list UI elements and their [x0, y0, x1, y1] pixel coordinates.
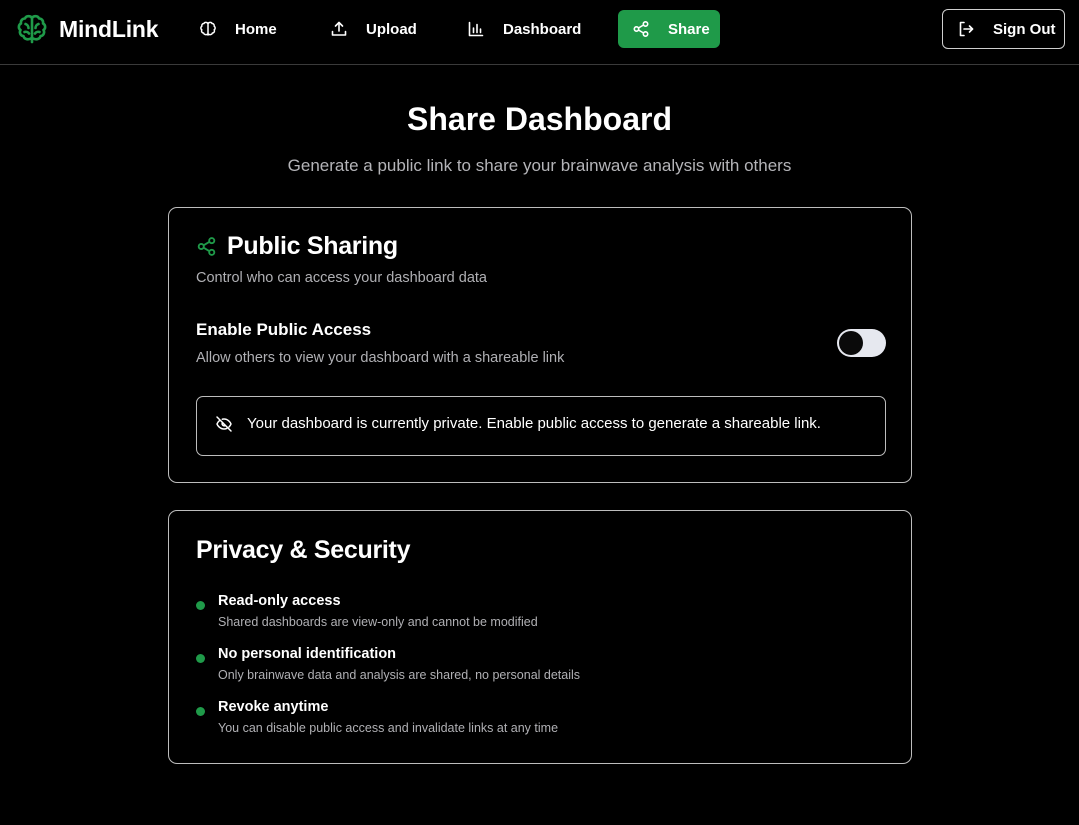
- nav-share-label: Share: [668, 20, 710, 38]
- nav-share[interactable]: Share: [618, 10, 720, 48]
- upload-icon: [331, 21, 347, 36]
- bullet-dot: [196, 707, 205, 716]
- sign-out-label: Sign Out: [993, 20, 1056, 38]
- top-navbar: MindLink Home Upload Dashboard Share Sig…: [0, 0, 1079, 65]
- feature-title: Revoke anytime: [218, 699, 329, 715]
- private-notice-text: Your dashboard is currently private. Ena…: [247, 414, 821, 432]
- logout-icon: [959, 21, 974, 37]
- feature-title: Read-only access: [218, 593, 341, 609]
- public-sharing-title: Public Sharing: [227, 232, 398, 260]
- brand-name: MindLink: [59, 15, 159, 42]
- nav-home[interactable]: Home: [199, 10, 277, 48]
- toggle-knob: [839, 331, 863, 355]
- nav-upload[interactable]: Upload: [330, 10, 417, 48]
- privacy-security-title: Privacy & Security: [196, 536, 411, 564]
- public-sharing-card: Public Sharing Control who can access yo…: [168, 207, 912, 483]
- nav-home-label: Home: [235, 20, 277, 38]
- share-icon: [633, 20, 649, 38]
- nav-dashboard[interactable]: Dashboard: [467, 10, 581, 48]
- share-icon: [197, 237, 216, 256]
- private-notice: Your dashboard is currently private. Ena…: [196, 396, 886, 456]
- public-access-toggle[interactable]: [837, 329, 886, 357]
- public-sharing-header: Public Sharing: [196, 232, 398, 261]
- nav-upload-label: Upload: [366, 20, 417, 38]
- feature-description: Shared dashboards are view-only and cann…: [218, 615, 538, 629]
- page-subtitle: Generate a public link to share your bra…: [287, 156, 792, 175]
- bar-chart-icon: [468, 21, 484, 37]
- privacy-security-card: Privacy & Security Read-only access Shar…: [168, 510, 912, 764]
- enable-public-access-description: Allow others to view your dashboard with…: [196, 350, 565, 366]
- eye-off-icon: [216, 416, 232, 432]
- bullet-dot: [196, 654, 205, 663]
- feature-description: You can disable public access and invali…: [218, 721, 559, 735]
- page-title: Share Dashboard: [407, 101, 672, 137]
- nav-dashboard-label: Dashboard: [503, 20, 582, 38]
- public-sharing-description: Control who can access your dashboard da…: [196, 270, 487, 286]
- feature-description: Only brainwave data and analysis are sha…: [218, 668, 581, 682]
- enable-public-access-title: Enable Public Access: [196, 320, 372, 339]
- bullet-dot: [196, 601, 205, 610]
- sign-out-button[interactable]: Sign Out: [942, 9, 1065, 49]
- brain-icon: [17, 14, 47, 44]
- brain-outline-icon: [200, 21, 216, 36]
- brand-logo[interactable]: MindLink: [15, 12, 159, 46]
- feature-title: No personal identification: [218, 646, 397, 662]
